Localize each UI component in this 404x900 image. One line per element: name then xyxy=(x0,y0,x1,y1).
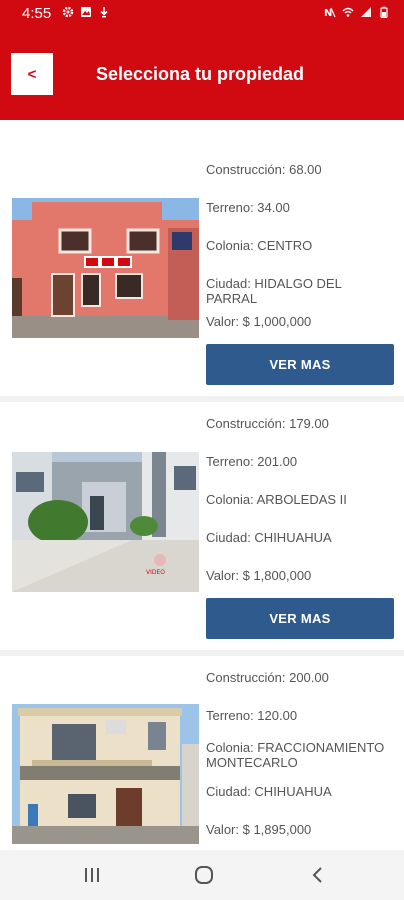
property-photo[interactable] xyxy=(12,704,199,844)
construccion-label: Construcción: 179.00 xyxy=(206,416,329,431)
construccion-label: Construcción: 68.00 xyxy=(206,162,322,177)
status-time: 4:55 xyxy=(22,5,52,22)
system-nav-bar xyxy=(0,850,404,900)
image-icon xyxy=(81,7,91,17)
terreno-label: Terreno: 201.00 xyxy=(206,454,298,469)
construccion-label: Construcción: 200.00 xyxy=(206,670,329,685)
ver-mas-button[interactable]: VER MAS xyxy=(206,598,394,639)
page-title: Selecciona tu propiedad xyxy=(95,64,305,84)
ver-mas-button[interactable]: VER MAS xyxy=(206,344,394,385)
ciudad-label: Ciudad: HIDALGO DEL PARRAL xyxy=(206,276,342,306)
colonia-label: Colonia: FRACCIONAMIENTO MONTECARLO xyxy=(206,740,385,770)
signal-icon xyxy=(361,7,371,17)
valor-label: Valor: $ 1,000,000 xyxy=(206,314,312,329)
terreno-label: Terreno: 34.00 xyxy=(206,200,290,215)
ciudad-label: Ciudad: CHIHUAHUA xyxy=(206,784,332,799)
battery-icon xyxy=(380,6,388,18)
back-button[interactable]: < xyxy=(11,53,53,95)
back-icon[interactable] xyxy=(303,862,333,888)
status-bar: 4:55 N xyxy=(0,0,404,28)
wifi-icon xyxy=(342,7,354,17)
property-card: Construcción: 68.00 Terreno: 34.00 Colon… xyxy=(0,120,404,396)
download-icon xyxy=(100,7,108,18)
property-photo[interactable] xyxy=(12,198,199,338)
app-header: < Selecciona tu propiedad xyxy=(0,28,404,120)
recents-icon[interactable] xyxy=(77,862,107,888)
home-icon[interactable] xyxy=(189,862,219,888)
valor-label: Valor: $ 1,800,000 xyxy=(206,568,312,583)
property-list[interactable]: Construcción: 68.00 Terreno: 34.00 Colon… xyxy=(0,120,404,850)
colonia-label: Colonia: CENTRO xyxy=(206,238,313,253)
colonia-label: Colonia: ARBOLEDAS II xyxy=(206,492,347,507)
property-photo[interactable]: VIDEO xyxy=(12,452,199,592)
svg-text:VIDEO: VIDEO xyxy=(146,569,165,576)
terreno-label: Terreno: 120.00 xyxy=(206,708,298,723)
property-card: VIDEO Construcción: 179.00 Terreno: 201.… xyxy=(0,402,404,650)
valor-label: Valor: $ 1,895,000 xyxy=(206,822,312,837)
gear-icon xyxy=(62,6,74,18)
ciudad-label: Ciudad: CHIHUAHUA xyxy=(206,530,332,545)
nfc-icon: N xyxy=(324,7,336,18)
property-card: Construcción: 200.00 Terreno: 120.00 Col… xyxy=(0,656,404,850)
